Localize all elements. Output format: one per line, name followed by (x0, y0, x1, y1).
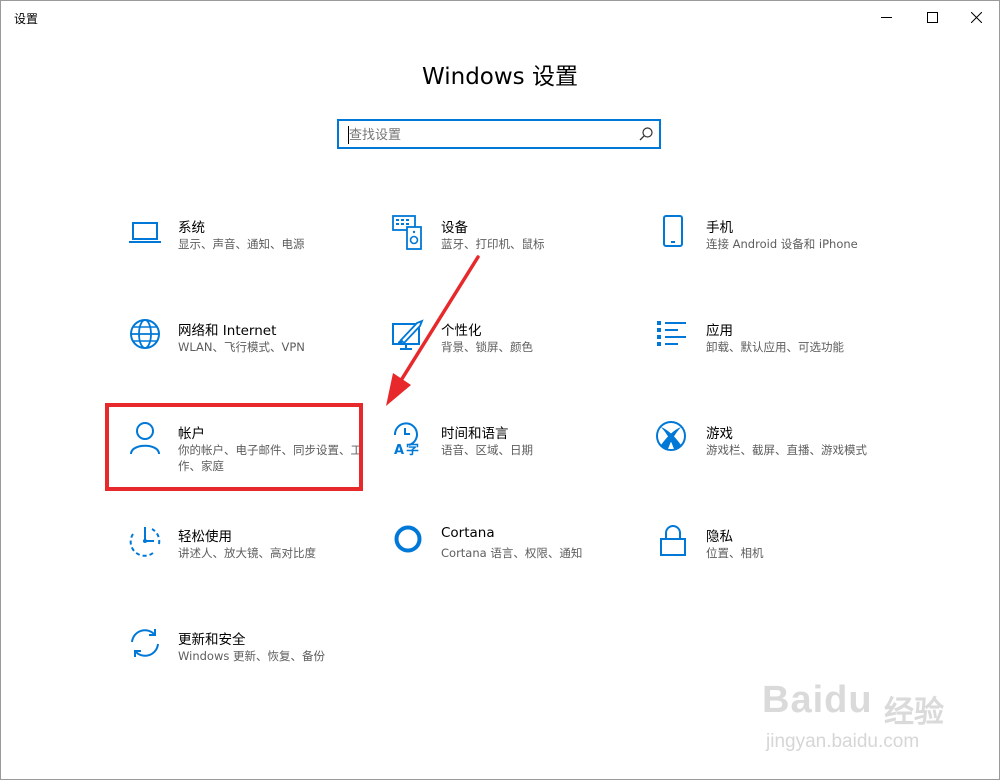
search-input[interactable] (349, 125, 629, 145)
tile-privacy[interactable]: 隐私 位置、相机 (656, 524, 906, 606)
tile-title: 轻松使用 (178, 529, 232, 545)
tile-title: 时间和语言 (441, 426, 509, 442)
search-box[interactable] (337, 119, 661, 149)
tile-description: WLAN、飞行模式、VPN (178, 340, 305, 354)
sync-icon (128, 627, 164, 663)
watermark-text: 经验 (884, 695, 944, 730)
svg-text:字: 字 (406, 442, 419, 457)
title-bar[interactable]: 设置 (1, 1, 999, 33)
page-title: Windows 设置 (422, 64, 578, 90)
lock-icon (656, 524, 692, 560)
tile-title: 系统 (178, 220, 205, 236)
tile-description: 显示、声音、通知、电源 (178, 237, 305, 251)
watermark-logo: Baidu (762, 679, 873, 721)
tile-time-language[interactable]: A 字 时间和语言 语音、区域、日期 (391, 421, 641, 503)
tile-phone[interactable]: 手机 连接 Android 设备和 iPhone (656, 215, 906, 297)
tile-title: 更新和安全 (178, 632, 246, 648)
search-icon[interactable] (639, 127, 653, 141)
svg-text:A: A (394, 443, 404, 457)
phone-icon (656, 215, 692, 251)
globe-icon (128, 318, 164, 354)
close-icon (970, 11, 982, 23)
tile-description: 位置、相机 (706, 546, 764, 560)
tile-devices[interactable]: 设备 蓝牙、打印机、鼠标 (391, 215, 641, 297)
maximize-icon (926, 11, 938, 23)
tile-description: 讲述人、放大镜、高对比度 (178, 546, 316, 560)
minimize-button[interactable] (863, 1, 909, 33)
tile-apps[interactable]: 应用 卸载、默认应用、可选功能 (656, 318, 906, 400)
tile-ease-of-access[interactable]: 轻松使用 讲述人、放大镜、高对比度 (128, 524, 378, 606)
laptop-icon (128, 215, 164, 251)
window-title: 设置 (14, 12, 39, 26)
time-language-icon: A 字 (391, 421, 427, 458)
tile-description: Cortana 语言、权限、通知 (441, 546, 583, 560)
settings-window: 设置 Windows 设置 系统 显示、声音、通知、电源 (0, 0, 1000, 780)
ease-of-access-icon (128, 524, 164, 560)
tile-description: 连接 Android 设备和 iPhone (706, 237, 858, 251)
xbox-icon (656, 421, 692, 457)
tile-personalization[interactable]: 个性化 背景、锁屏、颜色 (391, 318, 641, 400)
tile-cortana[interactable]: Cortana Cortana 语言、权限、通知 (391, 524, 641, 606)
baidu-watermark: Baidu 经验 jingyan.baidu.com (762, 665, 982, 765)
paint-icon (391, 318, 427, 354)
annotation-highlight-box (105, 403, 363, 491)
tile-title: 个性化 (441, 323, 482, 339)
tile-description: 背景、锁屏、颜色 (441, 340, 533, 354)
devices-icon (391, 215, 427, 251)
tile-title: 设备 (441, 220, 468, 236)
maximize-button[interactable] (909, 1, 955, 33)
tile-update-security[interactable]: 更新和安全 Windows 更新、恢复、备份 (128, 627, 378, 709)
minimize-icon (880, 16, 892, 18)
cortana-icon (391, 524, 427, 560)
tile-system[interactable]: 系统 显示、声音、通知、电源 (128, 215, 378, 297)
tile-network[interactable]: 网络和 Internet WLAN、飞行模式、VPN (128, 318, 378, 400)
tile-description: 卸载、默认应用、可选功能 (706, 340, 844, 354)
tile-description: 蓝牙、打印机、鼠标 (441, 237, 545, 251)
tile-description: Windows 更新、恢复、备份 (178, 649, 325, 663)
tile-title: Cortana (441, 525, 495, 541)
apps-list-icon (656, 318, 692, 354)
tile-title: 隐私 (706, 529, 733, 545)
watermark-url: jingyan.baidu.com (766, 731, 920, 752)
tile-gaming[interactable]: 游戏 游戏栏、截屏、直播、游戏模式 (656, 421, 906, 503)
tile-title: 游戏 (706, 426, 733, 442)
tile-description: 语音、区域、日期 (441, 443, 533, 457)
tile-title: 网络和 Internet (178, 323, 277, 339)
close-button[interactable] (953, 1, 999, 33)
tile-title: 应用 (706, 323, 733, 339)
tile-description: 游戏栏、截屏、直播、游戏模式 (706, 443, 867, 457)
tile-title: 手机 (706, 220, 733, 236)
